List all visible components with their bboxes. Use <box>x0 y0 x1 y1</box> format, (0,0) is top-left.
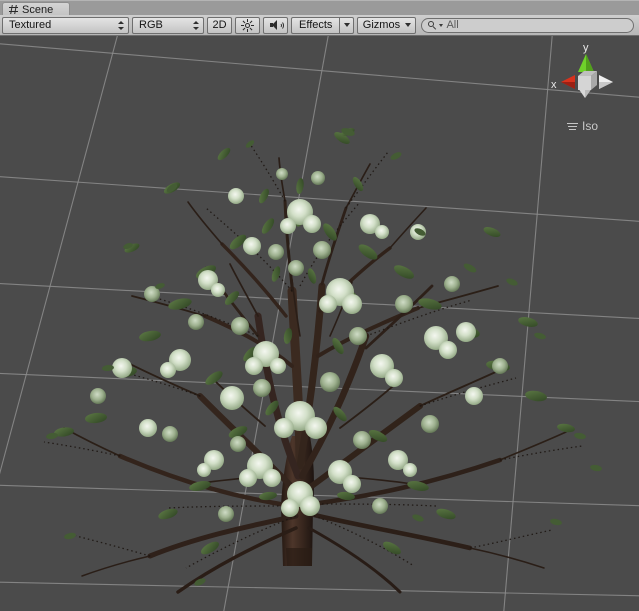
search-input-value: All <box>446 18 459 31</box>
tab-scene-label: Scene <box>22 3 54 16</box>
scene-render <box>0 36 639 611</box>
sun-icon <box>241 18 254 32</box>
toggle-2d-button[interactable]: 2D <box>207 16 232 34</box>
unity-scene-window: Scene Textured RGB 2D Effects Gizmos All… <box>0 0 639 611</box>
draw-mode-dropdown[interactable]: Textured <box>2 16 129 34</box>
search-filter-caret-icon[interactable] <box>439 24 444 27</box>
color-mode-value: RGB <box>139 19 163 31</box>
grid-icon <box>9 5 18 14</box>
tab-bar: Scene <box>0 0 639 16</box>
double-chevron-icon <box>118 20 125 31</box>
double-chevron-icon <box>193 20 200 31</box>
gizmos-label: Gizmos <box>362 19 401 31</box>
speaker-icon <box>269 19 284 31</box>
caret-down-icon <box>343 23 350 27</box>
lighting-toggle-button[interactable] <box>235 16 260 34</box>
draw-mode-value: Textured <box>9 19 52 31</box>
tab-scene[interactable]: Scene <box>2 2 71 16</box>
audio-toggle-button[interactable] <box>263 16 288 34</box>
search-field[interactable]: All <box>421 17 634 33</box>
search-icon <box>428 20 437 30</box>
color-mode-dropdown[interactable]: RGB <box>132 16 204 34</box>
effects-dropdown-button[interactable] <box>339 16 355 34</box>
effects-control: Effects <box>291 16 355 34</box>
scene-viewport[interactable]: y x Iso <box>0 36 639 611</box>
gizmos-dropdown[interactable]: Gizmos <box>357 16 417 34</box>
effects-button[interactable]: Effects <box>291 16 340 34</box>
caret-down-icon <box>405 23 412 27</box>
scene-toolbar: Textured RGB 2D Effects Gizmos All <box>0 15 639 36</box>
